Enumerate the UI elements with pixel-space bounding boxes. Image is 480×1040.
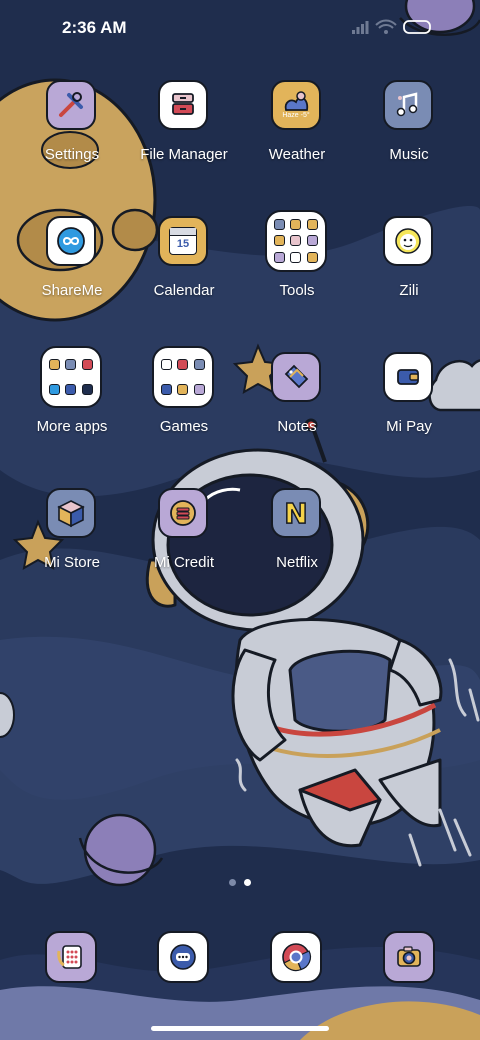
apps-folder-icon [40,346,102,408]
chrome-browser-icon [270,931,322,983]
folder-more-apps[interactable]: More apps [16,346,128,462]
app-zili[interactable]: Zili [353,216,465,326]
app-weather[interactable]: Haze -5° Weather [241,80,353,190]
app-label: Tools [279,282,315,299]
app-label: File Manager [140,146,228,163]
music-note-icon [383,80,433,130]
app-file-manager[interactable]: File Manager [128,80,240,190]
app-label: Mi Credit [153,554,214,571]
app-label: Weather [268,146,326,163]
app-mi-credit[interactable]: Mi Credit [128,488,240,598]
app-label: Netflix [276,554,318,571]
wallet-icon [383,352,433,402]
page-dot-1[interactable] [229,879,236,886]
status-bar: 2:36 AM [0,0,480,56]
coin-stack-icon [158,488,208,538]
app-label: Mi Pay [386,418,432,435]
app-label: Settings [44,146,100,163]
folder-games[interactable]: Games [128,346,240,462]
app-mi-pay[interactable]: Mi Pay [353,352,465,462]
page-dot-2-active[interactable] [244,879,251,886]
app-calendar[interactable]: 15 Calendar [128,216,240,326]
cube-store-icon [46,488,96,538]
app-music[interactable]: Music [353,80,465,190]
settings-tools-icon [46,80,96,130]
weather-badge: Haze -5° [282,112,310,119]
battery-icon [403,20,431,34]
games-folder-icon [152,346,214,408]
calendar-icon: 15 [158,216,208,266]
app-settings[interactable]: Settings [16,80,128,190]
infinity-share-icon [46,216,96,266]
status-time: 2:36 AM [62,18,127,37]
app-label: Mi Store [44,554,100,571]
home-indicator[interactable] [151,1026,329,1031]
app-label: More apps [36,418,108,435]
tools-folder-icon [265,210,327,272]
app-label: Music [389,146,429,163]
tag-notes-icon [271,352,321,402]
app-label: Calendar [153,282,215,299]
signal-icon [352,21,369,34]
wifi-icon [375,19,397,34]
app-shareme[interactable]: ShareMe [16,216,128,326]
dock-browser[interactable] [270,931,322,983]
dock-phone[interactable] [45,931,97,983]
weather-icon: Haze -5° [271,80,321,130]
calendar-day: 15 [176,238,190,250]
folder-tools[interactable]: Tools [241,210,353,326]
camera-icon [383,931,435,983]
app-label: Notes [277,418,317,435]
home-screen: 2:36 AM Settings File Manager Haze -5° W… [0,0,480,1040]
dock-camera[interactable] [383,931,435,983]
netflix-letter: N [284,496,309,531]
app-notes[interactable]: Notes [241,352,353,462]
app-label: Zili [399,282,419,299]
app-mi-store[interactable]: Mi Store [16,488,128,598]
dock-messages[interactable] [157,931,209,983]
smiley-face-icon [383,216,433,266]
file-cabinet-icon [158,80,208,130]
phone-dialer-icon [45,931,97,983]
app-label: Games [159,418,209,435]
app-label: ShareMe [41,282,103,299]
netflix-n-icon: N [271,488,321,538]
app-netflix[interactable]: N Netflix [241,488,353,598]
messages-icon [157,931,209,983]
status-icons [352,18,452,38]
